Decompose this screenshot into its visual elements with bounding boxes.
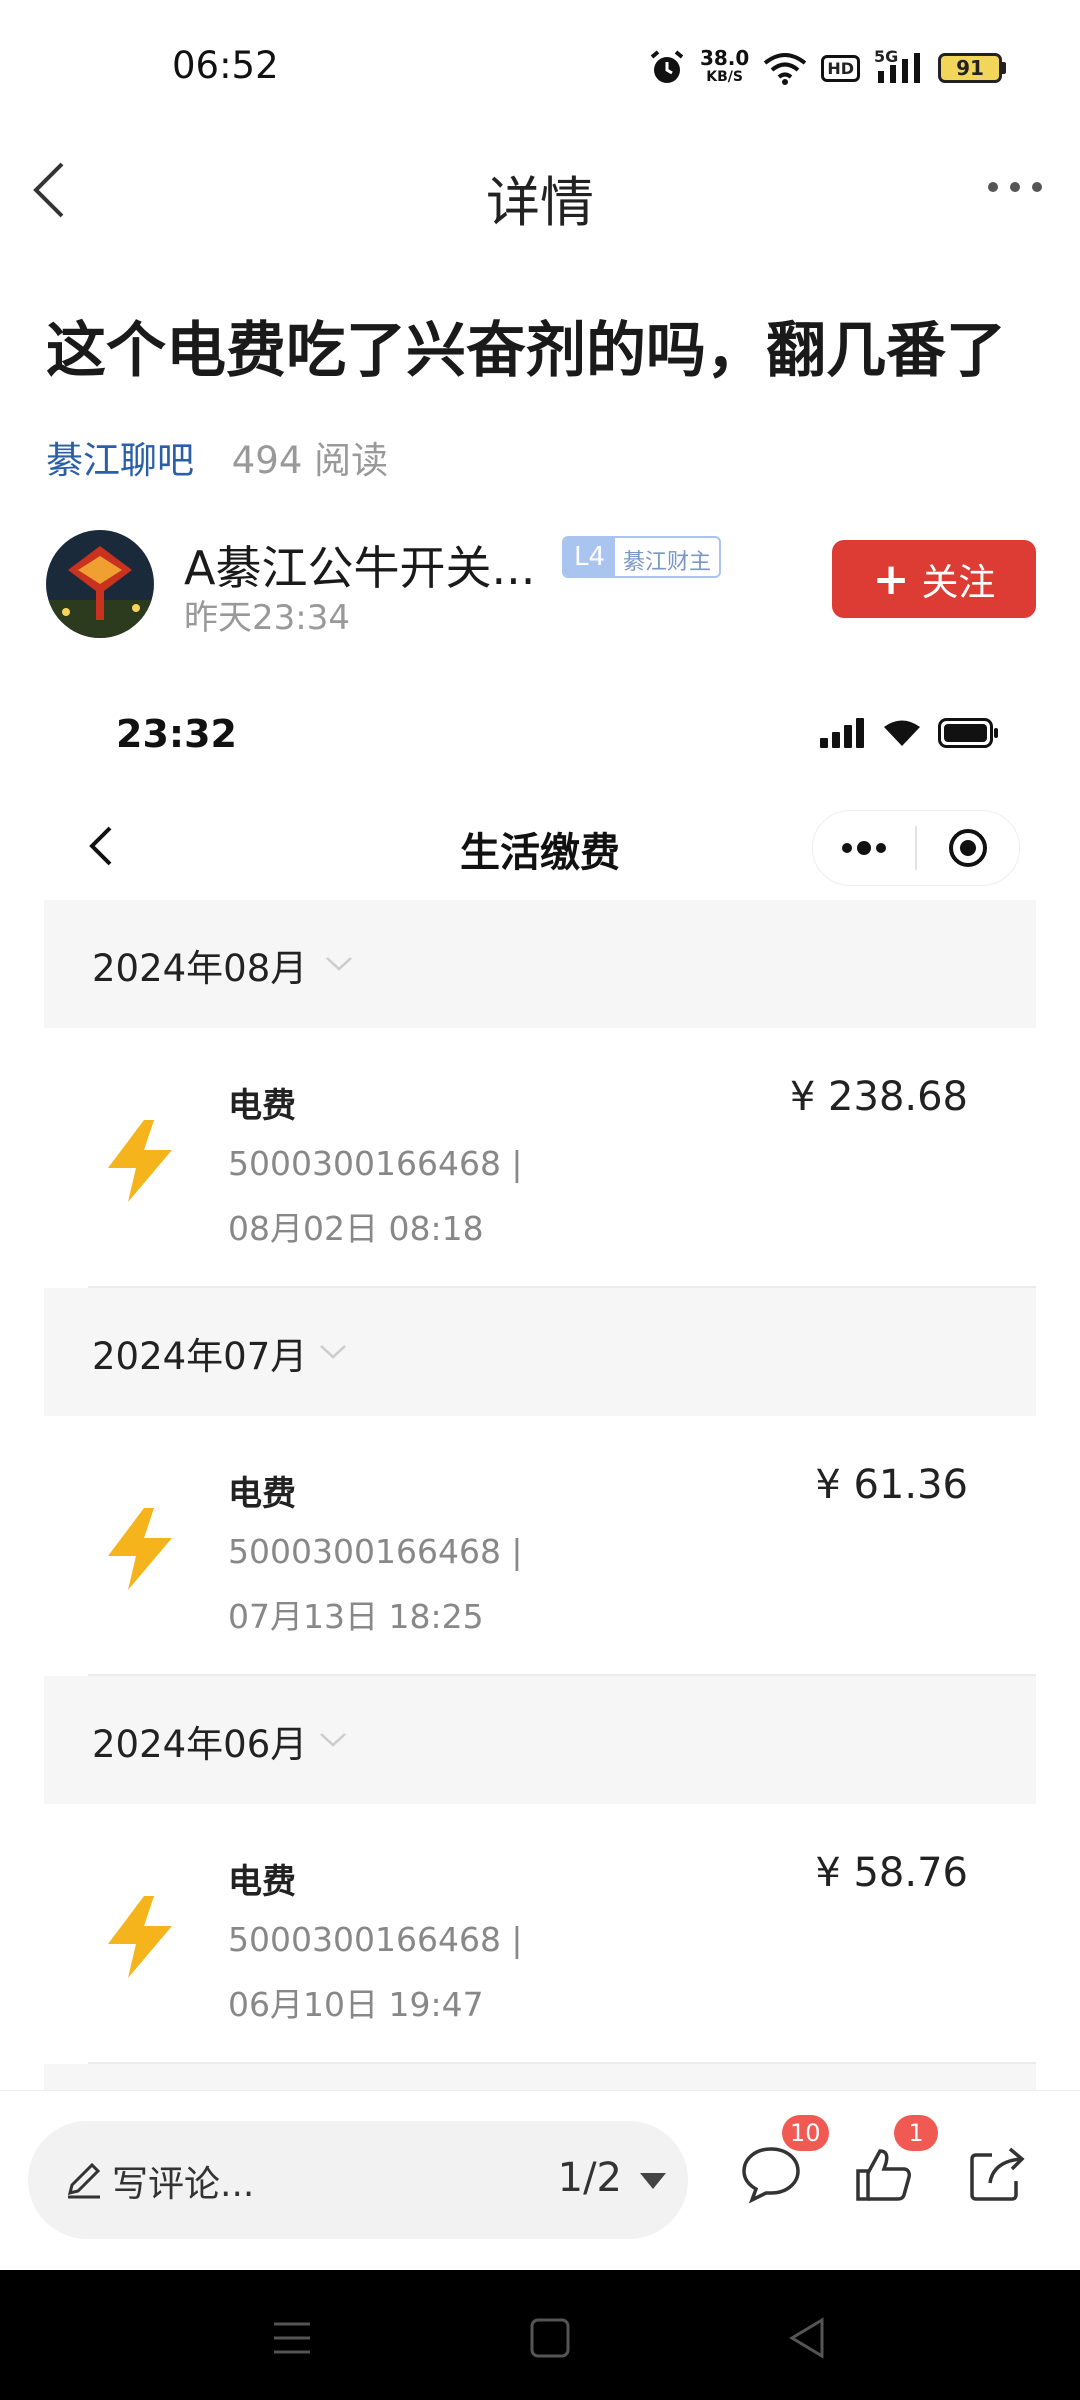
bill-name: 电费	[228, 1474, 296, 1514]
follow-label: 关注	[921, 561, 996, 604]
post-time: 昨天23:34	[184, 598, 350, 638]
status-icons: 38.0 KB/S HD 5G 91	[648, 46, 1006, 90]
month-header[interactable]: 2024年07月	[44, 1288, 1036, 1416]
battery-icon	[938, 718, 998, 748]
plus-icon: +	[872, 553, 910, 605]
battery-level: 91	[938, 53, 1002, 83]
lightning-bolt-icon	[108, 1120, 172, 1202]
month-label: 2024年07月	[92, 1335, 308, 1378]
comment-input[interactable]: 写评论... 1/2	[28, 2121, 688, 2239]
like-button[interactable]: 1	[852, 2115, 938, 2213]
mini-program-capsule	[812, 810, 1020, 886]
hd-icon: HD	[821, 54, 860, 82]
status-time: 06:52	[172, 44, 279, 87]
embedded-status-bar: 23:32	[44, 680, 1036, 790]
bill-account: 5000300166468 |	[228, 1920, 523, 1959]
month-header[interactable]	[44, 2064, 1036, 2090]
network-speed: 38.0 KB/S	[699, 46, 750, 87]
system-navigation-bar	[0, 2270, 1080, 2400]
level-value: L4	[564, 538, 616, 576]
battery-icon: 91	[938, 53, 1006, 83]
menu-icon[interactable]	[262, 2308, 322, 2368]
author-row: A綦江公牛开关... L4 綦江财主 昨天23:34 + 关注	[46, 530, 1036, 640]
bill-name: 电费	[228, 1862, 296, 1902]
bill-item[interactable]: 电费 ¥ 58.76 5000300166468 | 06月10日 19:47	[44, 1804, 1036, 2064]
embedded-time: 23:32	[116, 712, 237, 756]
level-badge: L4 綦江财主	[562, 536, 722, 578]
bill-date: 08月02日 08:18	[228, 1209, 484, 1248]
more-options-icon[interactable]	[980, 162, 1050, 212]
read-count: 494 阅读	[231, 439, 389, 482]
rank-title: 綦江财主	[623, 550, 712, 575]
share-button[interactable]	[966, 2143, 1036, 2213]
alarm-icon	[650, 50, 684, 83]
like-count-badge: 1	[894, 2115, 938, 2151]
thumbs-up-icon	[856, 2149, 911, 2201]
wifi-icon	[764, 53, 807, 85]
bill-amount: ¥ 61.36	[815, 1462, 968, 1508]
lightning-bolt-icon	[108, 1508, 172, 1590]
wifi-icon	[884, 720, 920, 746]
bill-account: 5000300166468 |	[228, 1532, 523, 1571]
month-label: 2024年08月	[92, 947, 308, 990]
post-meta: 綦江聊吧 494 阅读	[46, 430, 388, 484]
follow-button[interactable]: + 关注	[832, 540, 1036, 618]
forum-link[interactable]: 綦江聊吧	[46, 439, 194, 482]
bill-name: 电费	[228, 1086, 296, 1126]
target-icon	[917, 810, 1019, 886]
share-icon	[970, 2147, 1025, 2201]
page-title: 详情	[486, 171, 594, 234]
month-header[interactable]: 2024年06月	[44, 1676, 1036, 1804]
author-name[interactable]: A綦江公牛开关...	[184, 532, 535, 598]
pencil-icon	[67, 2162, 101, 2199]
bill-amount: ¥ 58.76	[815, 1850, 968, 1896]
comment-bubble-icon	[742, 2147, 800, 2204]
bill-date: 06月10日 19:47	[228, 1985, 484, 2024]
month-label: 2024年06月	[92, 1723, 308, 1766]
signal-icon: 5G	[874, 47, 924, 85]
lightning-bolt-icon	[108, 1896, 172, 1978]
dropdown-triangle-icon[interactable]	[638, 2171, 668, 2191]
bill-item[interactable]: 电费 ¥ 61.36 5000300166468 | 07月13日 18:25	[44, 1416, 1036, 1676]
comment-count-badge: 10	[782, 2115, 829, 2151]
month-header[interactable]: 2024年08月	[44, 900, 1036, 1028]
chevron-down-icon	[320, 1345, 346, 1359]
embedded-screenshot[interactable]: 23:32 生活缴费 2024年08月 电费 ¥ 238.68 50003001…	[44, 680, 1036, 2090]
comment-placeholder: 写评论...	[112, 2164, 255, 2205]
page-indicator[interactable]: 1/2	[558, 2155, 622, 2201]
more-dots-icon	[813, 810, 915, 886]
bottom-bar: 写评论... 1/2 10 1	[0, 2090, 1080, 2270]
network-speed-unit: KB/S	[706, 69, 743, 85]
avatar[interactable]	[46, 530, 154, 638]
bill-date: 07月13日 18:25	[228, 1597, 484, 1636]
status-bar: 06:52 38.0 KB/S HD 5G 91	[0, 0, 1080, 140]
network-speed-value: 38.0	[699, 46, 750, 70]
back-icon[interactable]	[778, 2308, 838, 2368]
nav-bar: 详情	[0, 140, 1080, 240]
embedded-nav-bar: 生活缴费	[44, 790, 1036, 900]
bill-item[interactable]: 电费 ¥ 238.68 5000300166468 | 08月02日 08:18	[44, 1028, 1036, 1288]
chevron-down-icon	[320, 1733, 346, 1747]
bill-amount: ¥ 238.68	[789, 1074, 968, 1120]
bill-account: 5000300166468 |	[228, 1144, 523, 1183]
post-title: 这个电费吃了兴奋剂的吗，翻几番了	[46, 316, 1006, 386]
chevron-down-icon	[326, 957, 352, 971]
comment-button[interactable]: 10	[740, 2115, 829, 2213]
home-icon[interactable]	[520, 2308, 580, 2368]
signal-icon	[820, 718, 864, 748]
